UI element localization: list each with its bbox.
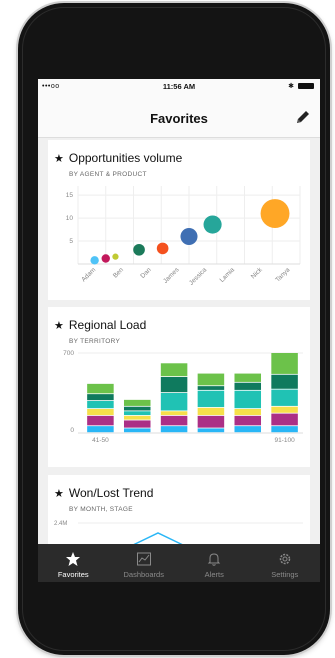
- pencil-icon[interactable]: [294, 108, 312, 126]
- x-tick-label: Lamia: [219, 266, 237, 284]
- tab-settings[interactable]: Settings: [250, 544, 321, 582]
- y-tick-label: 0: [70, 427, 74, 434]
- bar-segment: [123, 428, 151, 433]
- star-icon: ★: [54, 488, 64, 500]
- x-tick-label: Jessica: [188, 266, 209, 287]
- bar-segment: [87, 383, 114, 394]
- bar-segment: [87, 401, 114, 409]
- bar-segment: [234, 415, 262, 426]
- nav-bar: Favorites: [38, 95, 320, 138]
- bell-icon: [208, 553, 221, 566]
- bar-segment: [123, 415, 151, 420]
- x-tick-label: Ben: [112, 266, 125, 279]
- x-tick-label: 91-100: [274, 437, 295, 444]
- page-title: Favorites: [150, 111, 208, 126]
- bar-segment: [87, 426, 114, 433]
- x-tick-label: Tanya: [274, 266, 291, 283]
- bar-segment: [123, 420, 151, 428]
- bar-segment: [160, 411, 188, 416]
- tab-label: Settings: [271, 570, 299, 579]
- bar-segment: [197, 373, 225, 386]
- card-wonlost[interactable]: ★ Won/Lost Trend BY MONTH, STAGE 2.4M: [48, 475, 310, 555]
- regional-load-chart: 700 0 41-50 91-100: [63, 350, 303, 444]
- bar-segment: [197, 390, 225, 408]
- bar-segment: [197, 428, 225, 433]
- card-title: ★ Won/Lost Trend: [54, 486, 154, 500]
- star-icon: [66, 552, 81, 566]
- card-title: ★ Regional Load: [54, 318, 147, 332]
- dashboard-icon: [136, 552, 151, 566]
- data-point: [156, 242, 169, 255]
- bar-segment: [234, 382, 262, 390]
- bar-segment: [234, 409, 262, 416]
- y-tick-label: 2.4M: [54, 521, 67, 527]
- bar-segment: [197, 407, 225, 416]
- card-subtitle: BY MONTH, STAGE: [69, 506, 133, 513]
- card-opportunities[interactable]: ★ Opportunities volume BY AGENT & PRODUCT…: [48, 140, 310, 300]
- data-point: [90, 256, 99, 265]
- bar-segment: [271, 374, 298, 389]
- bar-segment: [123, 399, 151, 406]
- bar-segment: [160, 415, 188, 426]
- tab-dashboards[interactable]: Dashboards: [109, 544, 180, 582]
- bar-segment: [271, 426, 298, 433]
- opportunities-chart: 15 10 5 Adam Ben Dan James Jessica Lamia Nick Tany…: [66, 186, 301, 287]
- bar-segment: [197, 415, 225, 428]
- y-tick-label: 10: [66, 215, 74, 222]
- x-tick-label: Dan: [139, 266, 153, 280]
- y-tick-label: 15: [66, 192, 74, 199]
- gear-icon: [279, 553, 290, 565]
- bar-segment: [123, 411, 151, 416]
- card-subtitle: BY TERRITORY: [69, 338, 121, 345]
- card-subtitle: BY AGENT & PRODUCT: [69, 171, 147, 178]
- tab-label: Alerts: [204, 570, 224, 579]
- bar-segment: [160, 377, 188, 393]
- star-icon: ★: [54, 320, 64, 332]
- bar-segment: [87, 394, 114, 401]
- card-title: ★ Opportunities volume: [54, 151, 183, 165]
- bar-segment: [123, 406, 151, 411]
- status-bar: •••oo 11:56 AM ✱: [38, 79, 320, 95]
- x-tick-label: Adam: [80, 266, 97, 283]
- bar-segment: [234, 373, 262, 382]
- bar-segment: [271, 406, 298, 413]
- x-tick-label: Nick: [250, 266, 264, 280]
- x-tick-label: James: [162, 266, 181, 285]
- x-tick-label: 41-50: [92, 437, 109, 444]
- data-point: [112, 253, 119, 260]
- app-screen: •••oo 11:56 AM ✱ Favorites ★ Opportunitie…: [38, 79, 320, 582]
- y-tick-label: 700: [63, 350, 74, 357]
- bar-segment: [197, 386, 225, 390]
- bar-segment: [271, 353, 298, 374]
- tab-favorites[interactable]: Favorites: [38, 544, 109, 582]
- y-tick-label: 5: [69, 238, 73, 245]
- bar-segment: [271, 389, 298, 406]
- data-point: [101, 254, 110, 263]
- card-regional-load[interactable]: ★ Regional Load BY TERRITORY 700 0 41-50 91-…: [48, 307, 310, 467]
- data-point: [180, 227, 198, 245]
- data-point: [133, 243, 145, 256]
- bar-segment: [160, 393, 188, 411]
- bar-segment: [234, 426, 262, 433]
- tab-alerts[interactable]: Alerts: [179, 544, 250, 582]
- tab-label: Favorites: [57, 570, 89, 579]
- bluetooth-icon: ✱: [288, 83, 294, 90]
- battery-icon: [298, 83, 314, 89]
- data-point: [203, 215, 222, 234]
- star-icon: ★: [54, 153, 64, 165]
- bar-segment: [160, 363, 188, 377]
- tab-label: Dashboards: [123, 570, 164, 579]
- status-time: 11:56 AM: [162, 82, 196, 91]
- bar-segment: [271, 413, 298, 426]
- tab-bar: Favorites Dashboards Alerts Settings: [38, 544, 320, 582]
- bar-segment: [87, 409, 114, 416]
- bar-segment: [234, 390, 262, 409]
- bar-segment: [87, 415, 114, 426]
- data-point: [260, 199, 290, 228]
- bar-segment: [160, 426, 188, 433]
